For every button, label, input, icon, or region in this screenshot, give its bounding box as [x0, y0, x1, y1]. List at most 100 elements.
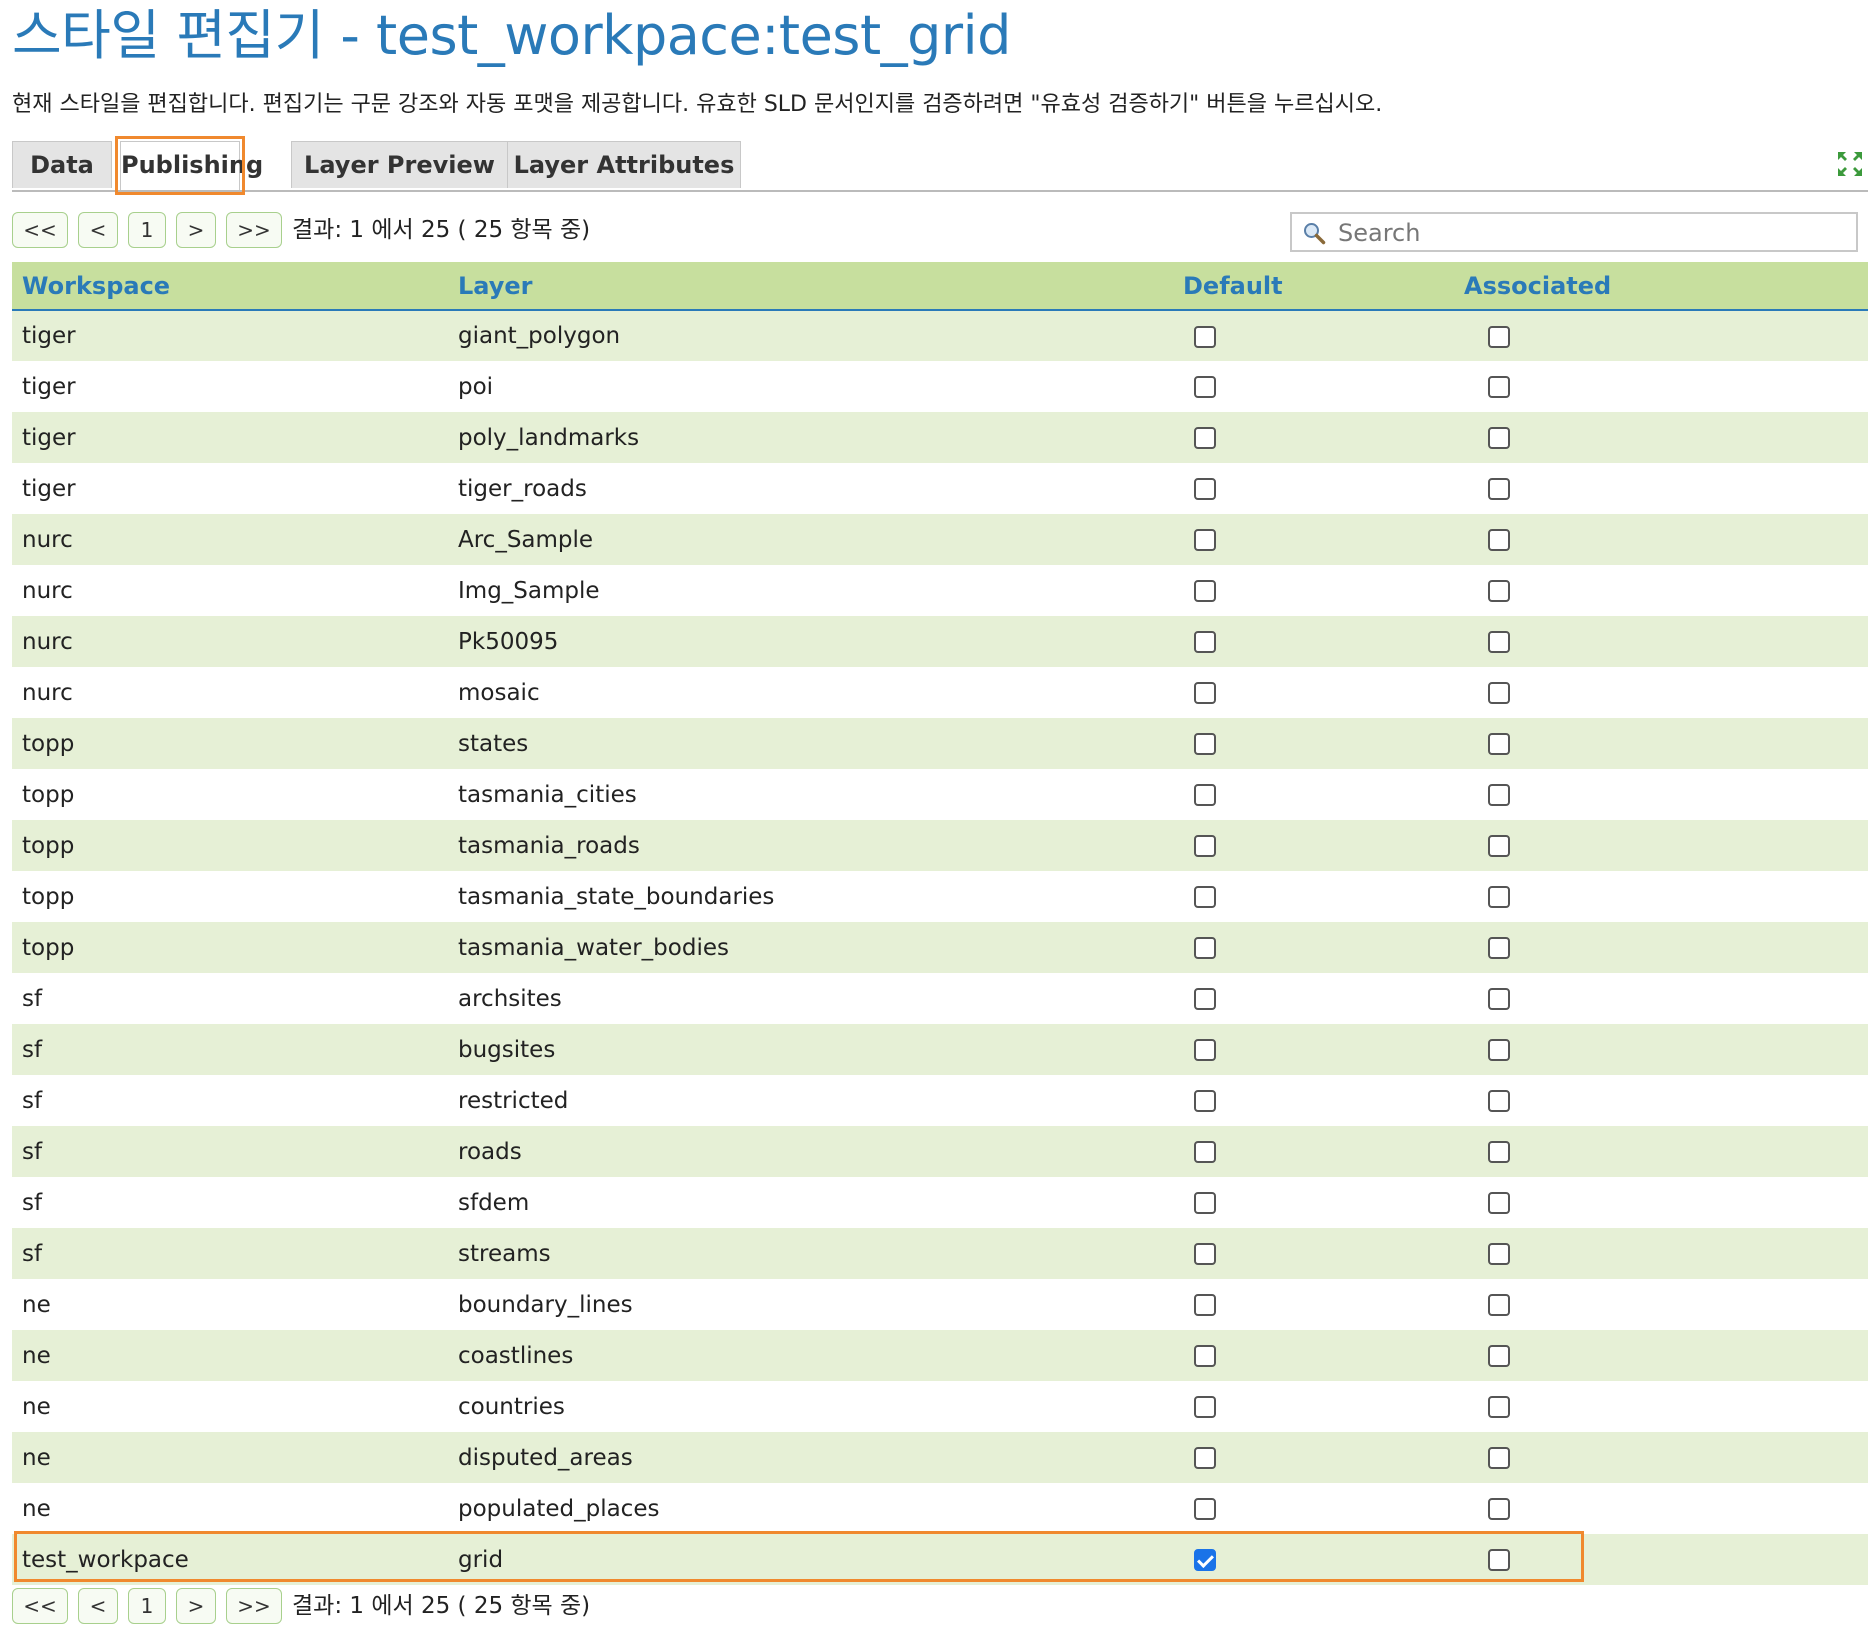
associated-checkbox[interactable] — [1488, 427, 1510, 449]
table-row: nurc mosaic — [12, 667, 1868, 718]
default-checkbox[interactable] — [1194, 733, 1216, 755]
tab-layer-preview[interactable]: Layer Preview — [291, 141, 508, 188]
page-1-button[interactable]: 1 — [128, 1588, 166, 1624]
layer-cell: streams — [448, 1228, 1173, 1279]
default-checkbox[interactable] — [1194, 1549, 1216, 1571]
default-checkbox[interactable] — [1194, 682, 1216, 704]
default-checkbox[interactable] — [1194, 1294, 1216, 1316]
default-checkbox[interactable] — [1194, 1192, 1216, 1214]
default-checkbox[interactable] — [1194, 1090, 1216, 1112]
associated-cell — [1454, 565, 1868, 616]
next-page-button[interactable]: > — [176, 1588, 216, 1624]
search-input[interactable] — [1336, 216, 1850, 250]
associated-checkbox[interactable] — [1488, 1447, 1510, 1469]
table-body: tiger giant_polygon tiger poi tiger poly_land… — [12, 310, 1868, 1585]
associated-checkbox[interactable] — [1488, 580, 1510, 602]
workspace-cell: sf — [12, 1126, 448, 1177]
last-page-button[interactable]: >> — [226, 1588, 282, 1624]
associated-cell — [1454, 1126, 1868, 1177]
default-checkbox[interactable] — [1194, 529, 1216, 551]
default-checkbox[interactable] — [1194, 784, 1216, 806]
workspace-cell: topp — [12, 922, 448, 973]
default-checkbox[interactable] — [1194, 1447, 1216, 1469]
last-page-button[interactable]: >> — [226, 212, 282, 248]
default-checkbox[interactable] — [1194, 1345, 1216, 1367]
default-checkbox[interactable] — [1194, 988, 1216, 1010]
default-checkbox[interactable] — [1194, 1039, 1216, 1061]
column-header-default[interactable]: Default — [1173, 262, 1454, 311]
associated-checkbox[interactable] — [1488, 988, 1510, 1010]
column-header-layer[interactable]: Layer — [448, 262, 1173, 311]
default-checkbox[interactable] — [1194, 427, 1216, 449]
workspace-cell: topp — [12, 718, 448, 769]
column-header-associated[interactable]: Associated — [1454, 262, 1868, 311]
associated-checkbox[interactable] — [1488, 733, 1510, 755]
associated-checkbox[interactable] — [1488, 1345, 1510, 1367]
associated-checkbox[interactable] — [1488, 631, 1510, 653]
associated-checkbox[interactable] — [1488, 682, 1510, 704]
layer-cell: Pk50095 — [448, 616, 1173, 667]
default-checkbox[interactable] — [1194, 478, 1216, 500]
associated-checkbox[interactable] — [1488, 1090, 1510, 1112]
associated-cell — [1454, 718, 1868, 769]
associated-cell — [1454, 1483, 1868, 1534]
associated-checkbox[interactable] — [1488, 937, 1510, 959]
associated-cell — [1454, 361, 1868, 412]
first-page-button[interactable]: << — [12, 1588, 68, 1624]
table-row: sf archsites — [12, 973, 1868, 1024]
associated-checkbox[interactable] — [1488, 1039, 1510, 1061]
tab-publishing[interactable]: Publishing — [115, 136, 263, 195]
associated-cell — [1454, 1075, 1868, 1126]
table-row: test_workpace grid — [12, 1534, 1868, 1585]
associated-checkbox[interactable] — [1488, 1141, 1510, 1163]
prev-page-button[interactable]: < — [78, 212, 118, 248]
default-checkbox[interactable] — [1194, 325, 1216, 348]
tab-layer-attributes[interactable]: Layer Attributes — [507, 141, 741, 188]
table-row: topp tasmania_cities — [12, 769, 1868, 820]
layer-cell: bugsites — [448, 1024, 1173, 1075]
workspace-cell: tiger — [12, 310, 448, 361]
associated-checkbox[interactable] — [1488, 1549, 1510, 1571]
workspace-cell: nurc — [12, 616, 448, 667]
expand-icon[interactable] — [1836, 150, 1864, 178]
default-cell — [1173, 820, 1454, 871]
associated-checkbox[interactable] — [1488, 1294, 1510, 1316]
default-cell — [1173, 1228, 1454, 1279]
default-checkbox[interactable] — [1194, 1498, 1216, 1520]
layer-cell: mosaic — [448, 667, 1173, 718]
default-checkbox[interactable] — [1194, 886, 1216, 908]
associated-checkbox[interactable] — [1488, 1396, 1510, 1418]
page-1-button[interactable]: 1 — [128, 212, 166, 248]
default-cell — [1173, 1534, 1454, 1585]
default-checkbox[interactable] — [1194, 937, 1216, 959]
default-checkbox[interactable] — [1194, 835, 1216, 857]
workspace-cell: tiger — [12, 361, 448, 412]
associated-checkbox[interactable] — [1488, 1498, 1510, 1520]
associated-checkbox[interactable] — [1488, 376, 1510, 398]
table-header-row: Workspace Layer Default Associated — [12, 262, 1868, 311]
associated-checkbox[interactable] — [1488, 478, 1510, 500]
associated-checkbox[interactable] — [1488, 325, 1510, 348]
first-page-button[interactable]: << — [12, 212, 68, 248]
associated-checkbox[interactable] — [1488, 529, 1510, 551]
default-checkbox[interactable] — [1194, 1243, 1216, 1265]
default-checkbox[interactable] — [1194, 580, 1216, 602]
associated-checkbox[interactable] — [1488, 835, 1510, 857]
associated-cell — [1454, 1534, 1868, 1585]
next-page-button[interactable]: > — [176, 212, 216, 248]
layer-cell: tasmania_roads — [448, 820, 1173, 871]
default-checkbox[interactable] — [1194, 1396, 1216, 1418]
associated-checkbox[interactable] — [1488, 1192, 1510, 1214]
default-checkbox[interactable] — [1194, 631, 1216, 653]
default-checkbox[interactable] — [1194, 376, 1216, 398]
associated-checkbox[interactable] — [1488, 1243, 1510, 1265]
default-cell — [1173, 1024, 1454, 1075]
associated-checkbox[interactable] — [1488, 886, 1510, 908]
tab-data[interactable]: Data — [12, 141, 112, 188]
prev-page-button[interactable]: < — [78, 1588, 118, 1624]
column-header-workspace[interactable]: Workspace — [12, 262, 448, 311]
associated-cell — [1454, 616, 1868, 667]
associated-checkbox[interactable] — [1488, 784, 1510, 806]
default-cell — [1173, 514, 1454, 565]
default-checkbox[interactable] — [1194, 1141, 1216, 1163]
